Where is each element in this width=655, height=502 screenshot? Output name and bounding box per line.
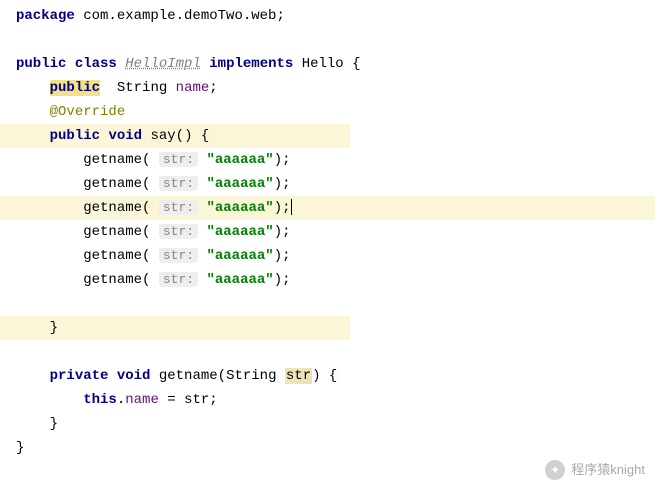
code-editor[interactable]: package com.example.demoTwo.web; public … [0,0,655,460]
keyword-implements: implements [209,56,293,72]
brace-open: { [329,368,337,384]
paren-open: ( [218,368,226,384]
brace-close: } [50,416,58,432]
call-fn: getname [83,200,142,216]
code-line-call: getname( str: "aaaaaa"); [0,220,655,244]
wechat-icon: ✦ [545,460,565,480]
code-line-brace-close: } [0,436,655,460]
keyword-this: this [83,392,117,408]
param-name: str [285,368,312,384]
annotation-override: @Override [50,104,126,120]
param-type: String [226,368,276,384]
keyword-public: public [50,128,100,144]
paren-close: ) [312,368,320,384]
string-literal: "aaaaaa" [206,176,273,192]
code-line-brace-close: } [0,316,655,340]
call-tail: ); [274,248,291,264]
semicolon: ; [209,80,217,96]
watermark-text: 程序猿knight [571,458,645,482]
call-fn: getname [83,152,142,168]
code-line-call: getname( str: "aaaaaa"); [0,148,655,172]
string-literal: "aaaaaa" [206,152,273,168]
param-hint: str: [159,200,198,215]
keyword-class: class [75,56,117,72]
field-name: name [176,80,210,96]
code-line-call: getname( str: "aaaaaa"); [0,268,655,292]
type-string: String [117,80,167,96]
call-tail: ); [274,272,291,288]
method-name-say: say [150,128,175,144]
param-hint: str: [159,248,198,263]
method-name-getname: getname [159,368,218,384]
param-hint: str: [159,224,198,239]
code-line-brace-close: } [0,412,655,436]
code-line-package: package com.example.demoTwo.web; [0,4,655,28]
code-line-call: getname( str: "aaaaaa"); [0,172,655,196]
param-hint: str: [159,176,198,191]
brace-open: { [352,56,360,72]
watermark: ✦ 程序猿knight [545,458,645,482]
code-line-method-say: public void say() { [0,124,655,148]
code-line-classdecl: public class HelloImpl implements Hello … [0,52,655,76]
interface-name: Hello [302,56,344,72]
code-line-call-active: getname( str: "aaaaaa"); [0,196,655,220]
code-line-assign: this.name = str; [0,388,655,412]
keyword-void: void [117,368,151,384]
keyword-void: void [108,128,142,144]
call-tail: ); [274,200,291,216]
call-fn: getname [83,176,142,192]
code-line-blank [0,28,655,52]
keyword-public-hl: public [50,80,100,96]
dot: . [117,392,125,408]
text-cursor [291,199,292,215]
string-literal: "aaaaaa" [206,224,273,240]
keyword-private: private [50,368,109,384]
param-hint: str: [159,272,198,287]
code-line-blank [0,340,655,364]
field-name: name [125,392,159,408]
assign-op: = [159,392,184,408]
call-tail: ); [274,152,291,168]
keyword-public: public [16,56,66,72]
class-name: HelloImpl [125,56,201,72]
string-literal: "aaaaaa" [206,272,273,288]
call-tail: ); [274,224,291,240]
param-hint: str: [159,152,198,167]
code-line-call: getname( str: "aaaaaa"); [0,244,655,268]
call-fn: getname [83,224,142,240]
code-line-blank [0,292,655,316]
brace-open: { [201,128,209,144]
package-name: com.example.demoTwo.web; [83,8,285,24]
code-line-method-getname: private void getname(String str) { [0,364,655,388]
keyword-package: package [16,8,75,24]
brace-close: } [16,440,24,456]
string-literal: "aaaaaa" [206,248,273,264]
rhs: str; [184,392,218,408]
parens: () [176,128,193,144]
call-tail: ); [274,176,291,192]
brace-close: } [50,320,58,336]
call-fn: getname [83,248,142,264]
code-line-field: public String name; [0,76,655,100]
call-fn: getname [83,272,142,288]
code-line-annotation: @Override [0,100,655,124]
string-literal: "aaaaaa" [206,200,273,216]
